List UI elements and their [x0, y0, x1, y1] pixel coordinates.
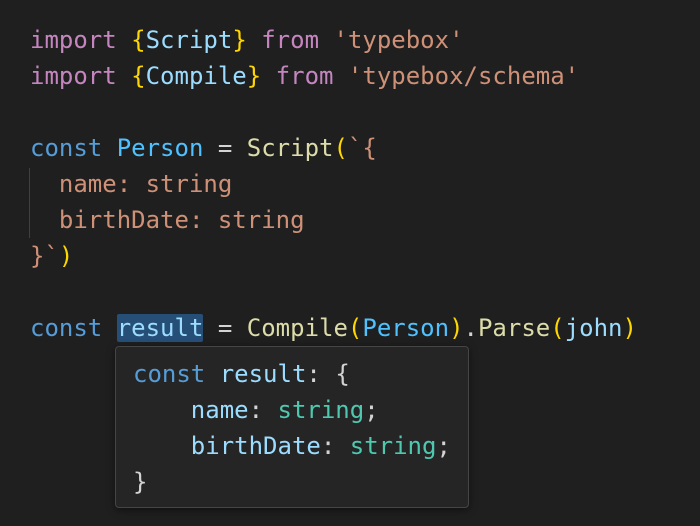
hover-field-name: birthDate [190, 432, 321, 460]
template-open: `{ [347, 134, 377, 162]
hover-colon: : [306, 360, 321, 388]
assign-operator: = [217, 134, 233, 162]
from-keyword: from [261, 26, 320, 54]
hover-result-name: result [219, 360, 307, 388]
module-string: 'typebox' [333, 26, 464, 54]
code-line-2: import {Compile} from 'typebox/schema' [30, 58, 579, 94]
john-argument: john [564, 314, 623, 342]
result-identifier[interactable]: result [116, 314, 204, 342]
code-line-1: import {Script} from 'typebox' [30, 22, 464, 58]
from-keyword: from [275, 62, 334, 90]
script-call: Script [246, 134, 334, 162]
assign-operator: = [217, 314, 233, 342]
code-line-6: birthDate: string [30, 202, 305, 238]
hover-const-keyword: const [133, 360, 206, 388]
person-identifier: Person [116, 134, 204, 162]
person-argument: Person [362, 314, 450, 342]
hover-field-type: string [349, 432, 437, 460]
template-field-birthdate: birthDate: string [58, 206, 305, 234]
template-field-name: name: string [58, 170, 233, 198]
paren-close-2: ) [622, 314, 637, 342]
hover-brace-open: { [335, 360, 350, 388]
hover-field-line: name: string; [133, 392, 379, 428]
code-line-7: }`) [30, 238, 73, 274]
brace-open: { [131, 62, 146, 90]
const-keyword: const [30, 134, 103, 162]
compile-call: Compile [246, 314, 348, 342]
hover-field-line: birthDate: string; [133, 428, 451, 464]
code-line-5: name: string [30, 166, 232, 202]
template-text: name: string [30, 170, 232, 198]
parse-call: Parse [477, 314, 551, 342]
brace-close: } [232, 26, 247, 54]
hover-field-semicolon: ; [364, 396, 379, 424]
code-line-4: const Person = Script(`{ [30, 130, 377, 166]
template-close: }` [30, 242, 59, 270]
import-keyword: import [30, 62, 117, 90]
brace-open: { [131, 26, 146, 54]
paren-open-2: ( [550, 314, 565, 342]
paren-open: ( [333, 134, 348, 162]
imported-name: Script [145, 26, 233, 54]
hover-brace-close: } [133, 468, 148, 496]
hover-field-colon: : [320, 432, 336, 460]
hover-field-type: string [277, 396, 365, 424]
code-line-9: const result = Compile(Person).Parse(joh… [30, 310, 637, 346]
module-string: 'typebox/schema' [347, 62, 580, 90]
hover-field-name: name [190, 396, 249, 424]
type-hover-tooltip: const result: { name: string; birthDate:… [115, 346, 469, 508]
code-editor[interactable]: import {Script} from 'typebox' import {C… [0, 0, 700, 526]
template-text: birthDate: string [30, 206, 305, 234]
hover-declaration-line: const result: { [133, 356, 350, 392]
hover-field-semicolon: ; [436, 432, 451, 460]
hover-field-colon: : [248, 396, 264, 424]
const-keyword: const [30, 314, 103, 342]
paren-close: ) [449, 314, 464, 342]
hover-closing-line: } [133, 464, 147, 500]
dot-operator: . [463, 314, 478, 342]
brace-close: } [246, 62, 262, 90]
paren-open: ( [347, 314, 363, 342]
import-keyword: import [30, 26, 117, 54]
paren-close: ) [58, 242, 74, 270]
imported-name: Compile [145, 62, 247, 90]
